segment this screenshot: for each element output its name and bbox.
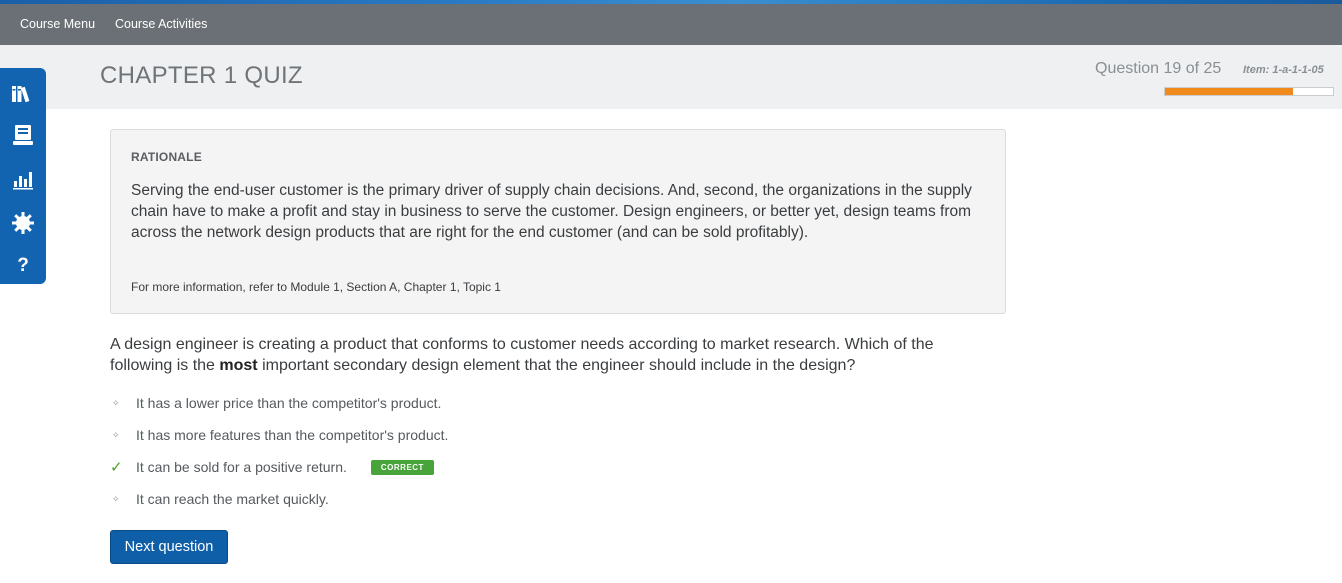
top-navbar: Course Menu Course Activities (0, 4, 1342, 45)
bullet-icon: ✧ (112, 493, 120, 504)
bullet-icon: ✧ (112, 429, 120, 440)
question-emphasis: most (219, 357, 258, 374)
bullet-icon: ✧ (112, 397, 120, 408)
answer-text: It can be sold for a positive return. (136, 459, 347, 475)
answer-text: It can reach the market quickly. (136, 491, 329, 507)
help-icon[interactable]: ? (11, 254, 35, 278)
quiz-progress-fill (1165, 88, 1293, 95)
rationale-panel: RATIONALE Serving the end-user customer … (110, 129, 1006, 314)
item-id: Item: 1-a-1-1-05 (1243, 64, 1324, 76)
rationale-heading: RATIONALE (131, 150, 202, 164)
checkmark-icon: ✓ (110, 459, 123, 476)
side-toolbar: ? (0, 68, 46, 284)
question-text-end: important secondary design element that … (257, 357, 856, 374)
question-text: A design engineer is creating a product … (110, 334, 990, 376)
question-counter: Question 19 of 25 (1095, 60, 1222, 77)
notebook-icon[interactable] (11, 123, 35, 147)
page-title: CHAPTER 1 QUIZ (100, 62, 303, 89)
quiz-progress-bar (1164, 87, 1334, 96)
answer-text: It has more features than the competitor… (136, 427, 449, 443)
rationale-reference: For more information, refer to Module 1,… (131, 280, 501, 294)
answer-option-1[interactable]: ✧ It has a lower price than the competit… (110, 393, 441, 413)
answer-option-2[interactable]: ✧ It has more features than the competit… (110, 425, 448, 445)
course-activities-link[interactable]: Course Activities (115, 17, 207, 31)
answer-option-4[interactable]: ✧ It can reach the market quickly. (110, 489, 329, 509)
next-question-button[interactable]: Next question (110, 530, 228, 564)
bar-chart-icon[interactable] (11, 168, 35, 192)
library-icon[interactable] (11, 82, 35, 106)
rationale-text: Serving the end-user customer is the pri… (131, 182, 972, 241)
course-menu-link[interactable]: Course Menu (20, 17, 95, 31)
settings-gear-icon[interactable] (11, 211, 35, 235)
correct-badge: CORRECT (370, 459, 434, 475)
answer-option-3[interactable]: ✓ It can be sold for a positive return. … (110, 457, 434, 477)
answer-text: It has a lower price than the competitor… (136, 395, 442, 411)
